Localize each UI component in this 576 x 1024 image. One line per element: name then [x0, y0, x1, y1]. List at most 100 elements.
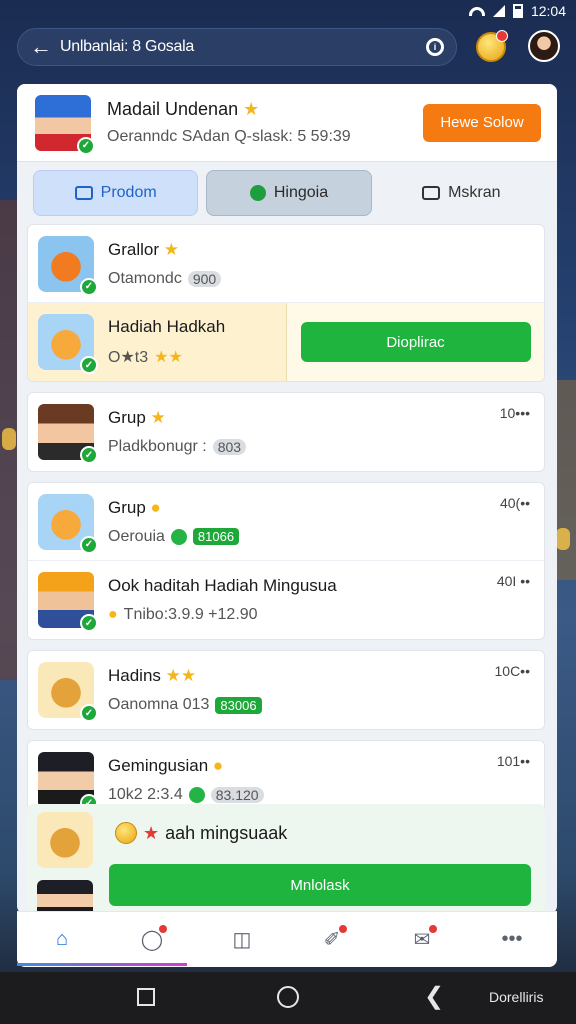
gift-box-icon: ✓ — [38, 493, 98, 554]
notification-badge — [158, 923, 168, 934]
points-badge: 83006 — [215, 696, 262, 714]
back-arrow-icon[interactable]: ← — [30, 34, 60, 60]
more-icon[interactable]: ••• — [492, 920, 532, 960]
wifi-icon — [468, 6, 485, 16]
list-item[interactable]: ✓ Ook haditah Hadiah Mingusua ● Tnibo:3.9… — [28, 561, 544, 639]
online-status-icon: ✓ — [80, 535, 98, 554]
background-lamp — [556, 528, 570, 550]
home-circle-icon[interactable] — [277, 986, 299, 1008]
claim-button[interactable]: Dioplirac — [300, 322, 531, 362]
gift-box-icon — [37, 812, 93, 868]
list-item[interactable]: ✓ Grup ★ Pladkbonugr : 803 10••• — [28, 393, 544, 471]
coin-icon: ● — [150, 497, 161, 517]
list-item[interactable]: ✓ Grup ● Oerouia 81066 40(•• — [28, 483, 544, 561]
coin-wallet-icon[interactable] — [476, 30, 508, 62]
online-status-icon: ✓ — [80, 277, 98, 296]
profile-subtitle: Oeranndc SAdan Q-slask: 5 59:39 — [107, 128, 351, 145]
gift-basket-icon: ✓ — [38, 662, 98, 722]
online-status-icon: ✓ — [77, 136, 95, 155]
check-icon — [188, 787, 205, 803]
tab-label: Prodom — [100, 184, 157, 201]
star-icon: ★ — [163, 239, 179, 259]
promo-button[interactable]: Mnlolask — [109, 864, 531, 906]
star-icon: ★★ — [165, 666, 197, 685]
list-item[interactable]: ✓ Hadins ★★ Oanomna 013 83006 10C•• — [28, 651, 544, 729]
tab-bar: Prodom Hingoia Mskran — [33, 170, 543, 216]
status-bar: 12:04 — [0, 0, 576, 22]
promo-title: aah mingsuaak — [165, 822, 288, 843]
chat-icon[interactable]: ◯ — [132, 920, 172, 960]
list-group: ✓ Grallor ★ Otamondc 900 ✓ Hadiah Hadkah … — [27, 224, 545, 382]
active-tab-indicator — [17, 963, 187, 966]
avatar: ✓ — [38, 404, 98, 464]
topbar-title: Unlbanlai: 8 Gosala — [60, 38, 194, 55]
list-item-highlight[interactable]: ✓ Hadiah Hadkah O★t3 ★★ Dioplirac — [28, 303, 544, 381]
recents-icon[interactable] — [137, 988, 155, 1006]
online-status-icon: ✓ — [80, 356, 98, 374]
gift-box-icon: ✓ — [38, 314, 98, 374]
list-item[interactable]: ✓ Grallor ★ Otamondc 900 — [28, 225, 544, 303]
nav-label: Dorelliris — [489, 989, 544, 1005]
weekly-gift-promo: ★ aah mingsuaak Mnlolask — [27, 804, 545, 914]
background-lamp — [2, 428, 16, 450]
item-title: Grup — [108, 408, 146, 427]
count-badge: 83.120 — [210, 787, 264, 803]
tab-label: Mskran — [448, 184, 501, 201]
message-icon[interactable]: ✉ — [402, 920, 442, 960]
gift-basket-icon: ✓ — [38, 235, 98, 296]
count-badge: 900 — [187, 270, 222, 287]
battery-icon — [512, 4, 523, 18]
notification-badge — [496, 30, 508, 42]
back-chevron-icon[interactable]: ❮ — [424, 982, 444, 1011]
item-title: Ook haditah Hadiah Mingusua — [108, 576, 337, 595]
item-subtitle: Otamondc — [108, 269, 182, 287]
profile-header: ✓ Madail Undenan ★ Oeranndc SAdan Q-slas… — [17, 84, 557, 162]
points-badge: 81066 — [192, 528, 240, 545]
tab-prodom[interactable]: Prodom — [33, 170, 199, 216]
feather-icon[interactable]: ✐ — [312, 920, 352, 960]
item-title: Gemingusian — [108, 756, 209, 775]
notification-badge — [428, 923, 438, 934]
profile-name: Madail Undenan — [107, 99, 239, 119]
rewards-list: ✓ Grallor ★ Otamondc 900 ✓ Hadiah Hadkah … — [27, 224, 545, 830]
item-title: Hadiah Hadkah — [108, 317, 226, 336]
item-subtitle: Pladkbonugr : — [108, 438, 207, 455]
tab-label: Hingoia — [273, 184, 329, 201]
tab-hingoia[interactable]: Hingoia — [206, 170, 372, 216]
home-icon[interactable]: ⌂ — [42, 920, 82, 960]
user-avatar[interactable] — [528, 30, 560, 62]
book-icon[interactable]: ◫ — [222, 920, 262, 960]
item-meta: 40I •• — [496, 573, 530, 589]
coin-icon: ● — [212, 756, 224, 775]
top-search-bar[interactable]: ← Unlbanlai: 8 Gosala i — [17, 28, 457, 66]
item-meta: 101•• — [496, 753, 530, 769]
online-status-icon: ✓ — [80, 704, 98, 722]
avatar[interactable]: ✓ — [35, 94, 95, 155]
online-status-icon: ✓ — [80, 614, 98, 632]
star-icon: ★ — [150, 408, 166, 427]
chat-bubble-icon — [249, 185, 266, 201]
coin-icon: ● — [108, 606, 118, 623]
avatar: ✓ — [38, 752, 98, 812]
item-meta: 10C•• — [494, 663, 531, 679]
item-meta: 40(•• — [499, 495, 530, 511]
checklist-icon — [422, 186, 441, 200]
item-subtitle: Oanomna 013 — [108, 696, 210, 713]
list-group: ✓ Hadins ★★ Oanomna 013 83006 10C•• — [27, 650, 545, 730]
item-subtitle: Tnibo:3.9.9 +12.90 — [123, 606, 258, 623]
coin-icon — [115, 822, 137, 844]
avatar: ✓ — [38, 572, 98, 632]
status-time: 12:04 — [530, 3, 566, 19]
item-subtitle: O★t3 — [108, 349, 149, 366]
star-icon: ★ — [243, 99, 260, 119]
follow-button[interactable]: Hewe Solow — [423, 103, 541, 142]
info-icon[interactable]: i — [426, 38, 444, 56]
item-subtitle: Oerouia — [108, 527, 165, 545]
avatar — [37, 880, 93, 914]
background-building — [554, 380, 576, 580]
check-icon — [170, 528, 187, 545]
item-meta: 10••• — [499, 405, 530, 421]
tab-mskran[interactable]: Mskran — [380, 170, 543, 216]
gift-box-icon — [74, 186, 93, 200]
list-group: ✓ Grup ★ Pladkbonugr : 803 10••• — [27, 392, 545, 472]
